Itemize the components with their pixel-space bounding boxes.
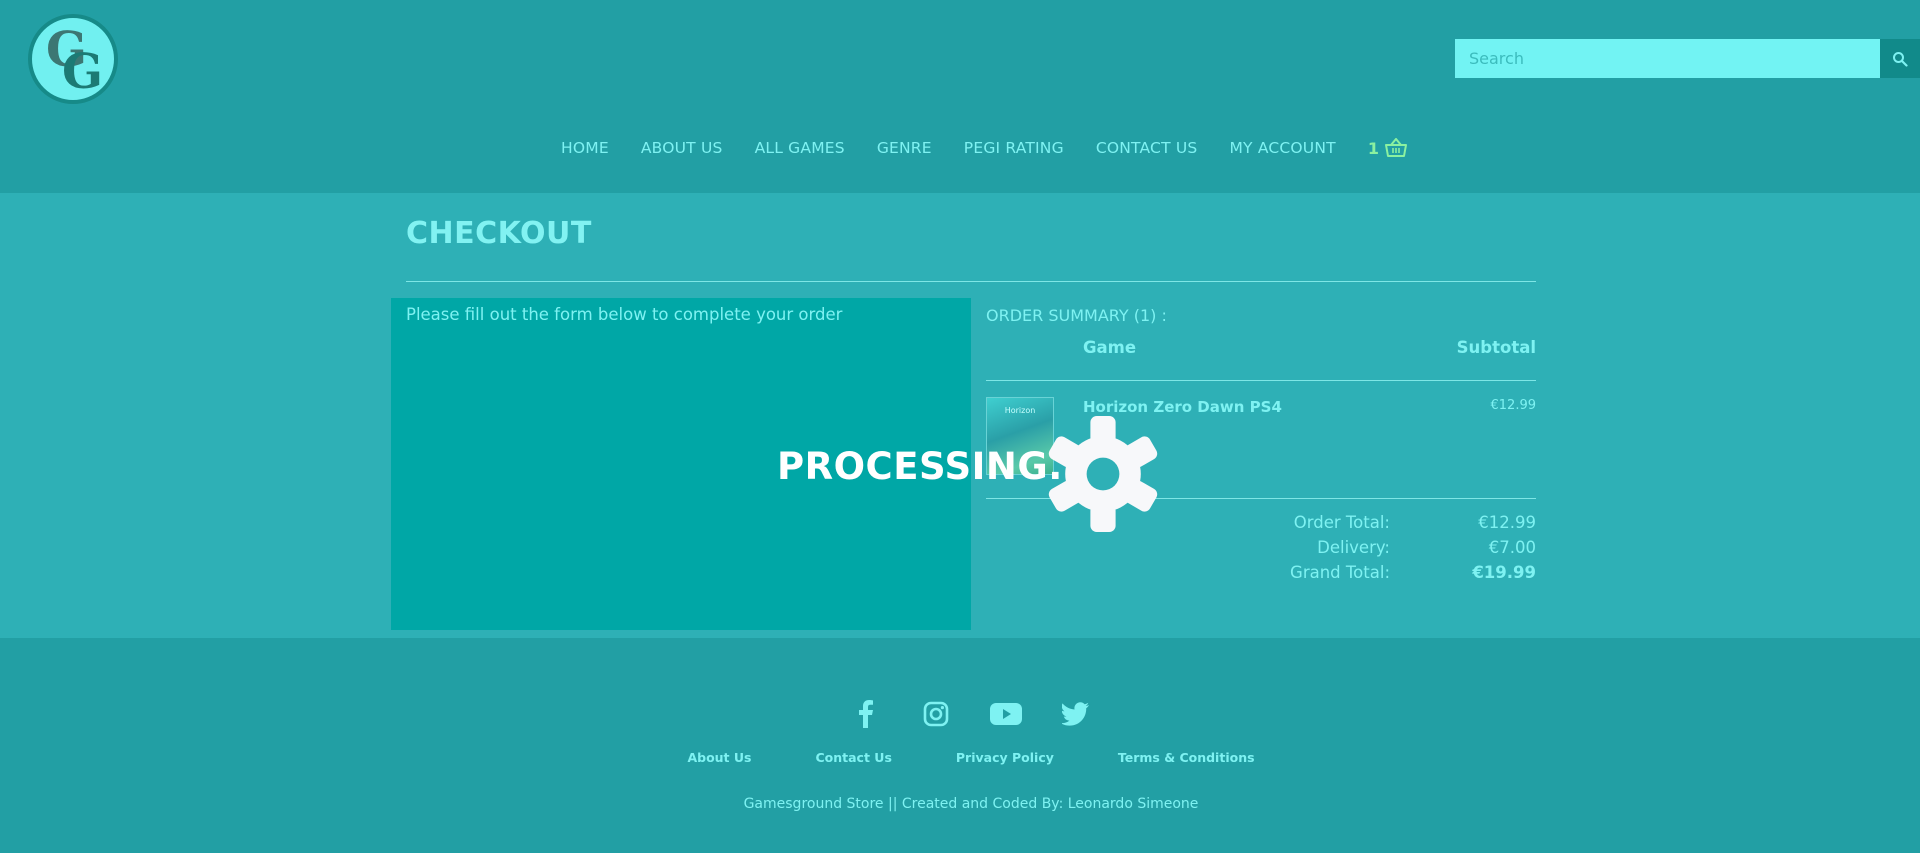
column-header-game: Game — [1083, 338, 1137, 357]
logo-letter-2: G — [62, 44, 103, 100]
order-total-row: Order Total: €12.99 — [1240, 510, 1536, 535]
cart-count: 1 — [1367, 138, 1379, 158]
youtube-icon — [990, 703, 1022, 725]
order-totals: Order Total: €12.99 Delivery: €7.00 Gran… — [1240, 510, 1536, 585]
divider — [986, 380, 1536, 381]
page-title: CHECKOUT — [406, 216, 592, 251]
order-summary-label: ORDER SUMMARY (1) : — [986, 306, 1167, 325]
nav-about-us[interactable]: ABOUT US — [641, 139, 723, 157]
basket-icon — [1384, 138, 1407, 157]
site-footer: About Us Contact Us Privacy Policy Terms… — [0, 638, 1920, 853]
main-nav: HOME ABOUT US ALL GAMES GENRE PEGI RATIN… — [0, 128, 1920, 168]
instagram-link[interactable] — [920, 698, 952, 730]
cart-link[interactable]: 1 — [1368, 138, 1407, 158]
nav-home[interactable]: HOME — [561, 139, 609, 157]
divider — [406, 281, 1536, 282]
youtube-link[interactable] — [990, 698, 1022, 730]
site-header: G G HOME ABOUT US ALL GAMES GENRE PEGI R… — [0, 0, 1920, 193]
instagram-icon — [923, 701, 949, 727]
delivery-value: €7.00 — [1488, 538, 1536, 557]
grand-total-value: €19.99 — [1472, 563, 1536, 582]
grand-total-label: Grand Total: — [1290, 563, 1390, 582]
search-button[interactable] — [1880, 39, 1920, 78]
nav-contact-us[interactable]: CONTACT US — [1096, 139, 1198, 157]
delivery-row: Delivery: €7.00 — [1240, 535, 1536, 560]
search-bar — [1455, 39, 1920, 78]
search-icon — [1893, 51, 1908, 67]
facebook-icon — [859, 700, 873, 728]
delivery-label: Delivery: — [1317, 538, 1390, 557]
grand-total-row: Grand Total: €19.99 — [1240, 560, 1536, 585]
footer-link-contact-us[interactable]: Contact Us — [815, 750, 891, 765]
site-logo[interactable]: G G — [28, 14, 118, 104]
column-header-subtotal: Subtotal — [1456, 338, 1536, 357]
form-intro-text: Please fill out the form below to comple… — [406, 305, 843, 324]
footer-links: About Us Contact Us Privacy Policy Terms… — [0, 750, 1920, 765]
nav-my-account[interactable]: MY ACCOUNT — [1229, 139, 1335, 157]
twitter-icon — [1062, 702, 1089, 726]
nav-genre[interactable]: GENRE — [877, 139, 932, 157]
footer-link-privacy-policy[interactable]: Privacy Policy — [956, 750, 1054, 765]
footer-credit: Gamesground Store || Created and Coded B… — [743, 796, 1199, 812]
social-links — [0, 698, 1920, 730]
order-item-price: €12.99 — [1490, 398, 1537, 413]
search-input[interactable] — [1455, 39, 1880, 78]
nav-pegi-rating[interactable]: PEGI RATING — [964, 139, 1064, 157]
order-total-label: Order Total: — [1293, 513, 1390, 532]
order-total-value: €12.99 — [1478, 513, 1536, 532]
twitter-link[interactable] — [1060, 698, 1092, 730]
gear-icon — [1048, 416, 1158, 532]
footer-link-about-us[interactable]: About Us — [687, 750, 751, 765]
nav-all-games[interactable]: ALL GAMES — [755, 139, 845, 157]
facebook-link[interactable] — [850, 698, 882, 730]
footer-link-terms[interactable]: Terms & Conditions — [1118, 750, 1255, 765]
